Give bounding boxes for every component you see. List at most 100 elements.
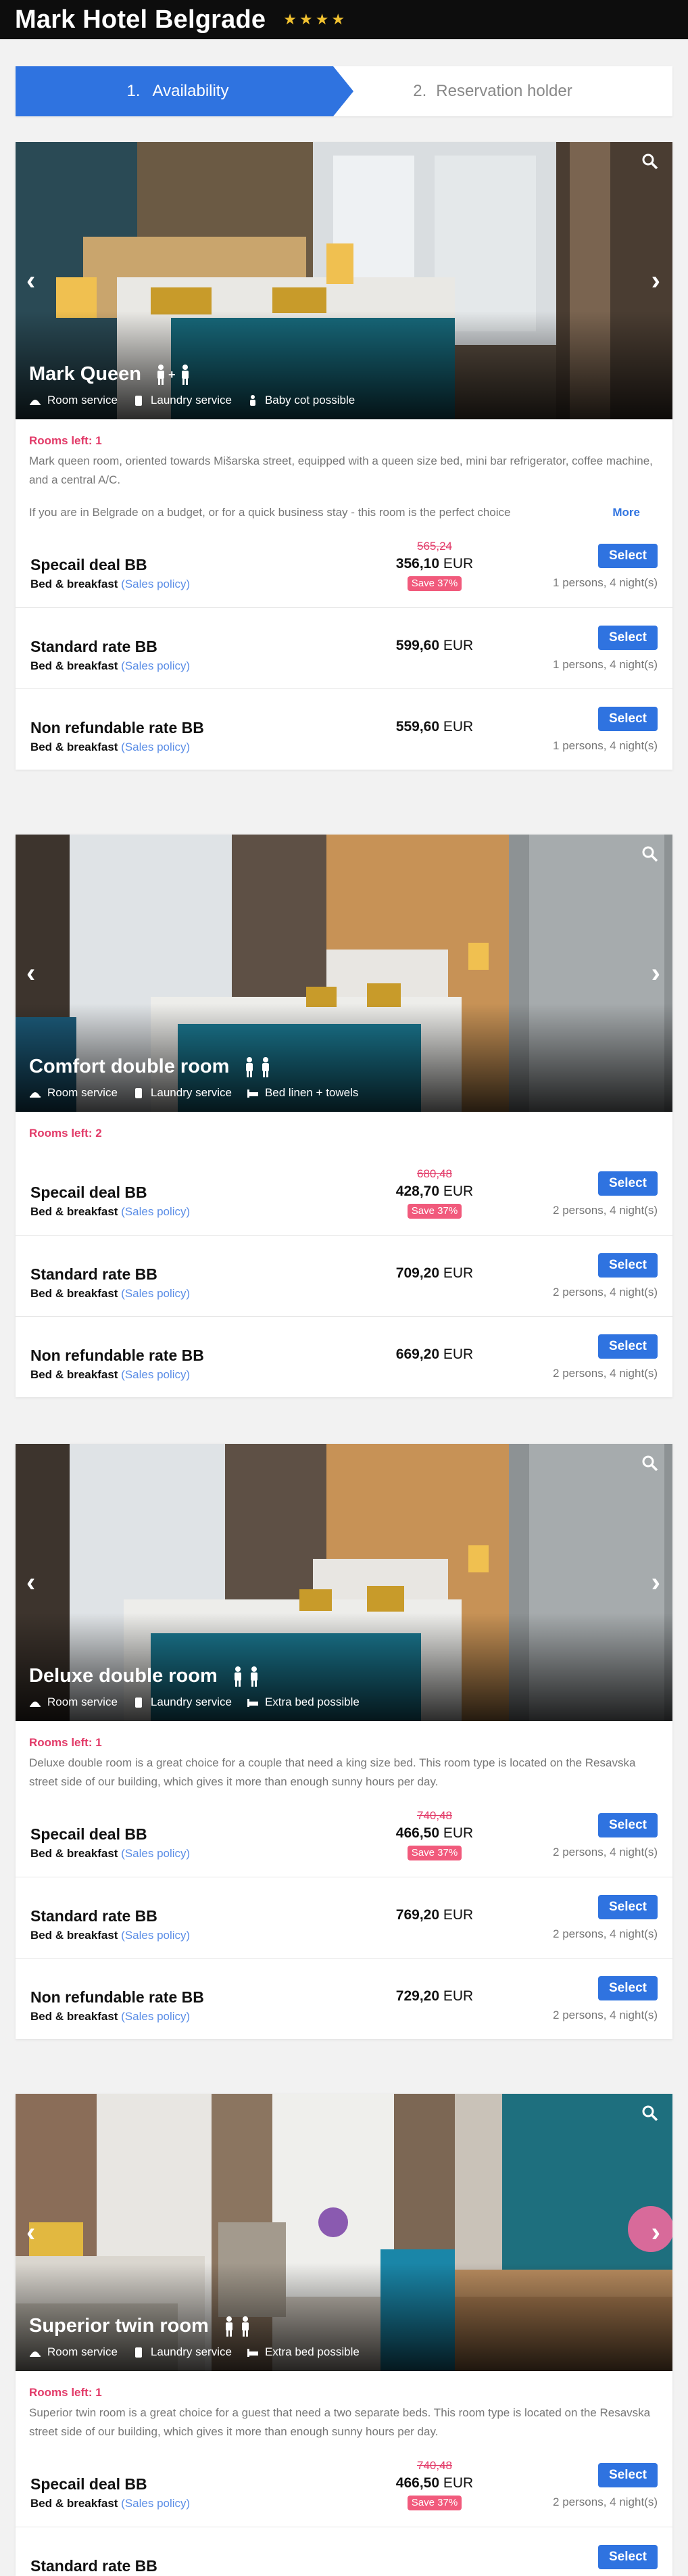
- select-button[interactable]: Select: [598, 1895, 658, 1919]
- rate-list: Specail deal BB Bed & breakfast (Sales p…: [16, 1154, 672, 1397]
- prev-photo-arrow[interactable]: ‹: [26, 2219, 35, 2246]
- room-card: ‹ › Mark Queen + Room service Laundry se…: [16, 142, 672, 770]
- step-number: 1.: [126, 82, 141, 100]
- laundry-icon: [134, 1088, 142, 1098]
- rate-row: Standard rate BB Bed & breakfast (Sales …: [16, 607, 672, 688]
- select-button[interactable]: Select: [598, 544, 658, 568]
- rate-row: Specail deal BB Bed & breakfast (Sales p…: [16, 1796, 672, 1877]
- rate-row: Standard rate BB Select: [16, 2527, 672, 2576]
- sales-policy-link[interactable]: (Sales policy): [121, 1205, 190, 1218]
- rate-name: Standard rate BB: [30, 638, 157, 655]
- old-price: 740,48: [417, 2459, 452, 2472]
- old-price: 565,24: [417, 540, 452, 553]
- next-photo-arrow[interactable]: ›: [652, 267, 660, 294]
- prev-photo-arrow[interactable]: ‹: [26, 1569, 35, 1596]
- old-price: 740,48: [417, 1809, 452, 1822]
- sales-policy-link[interactable]: (Sales policy): [121, 1847, 190, 1860]
- room-info: Rooms left: 1 Superior twin room is a gr…: [16, 2371, 672, 2441]
- amenity-item: Room service: [29, 1086, 118, 1100]
- price: 356,10 EUR: [395, 556, 474, 571]
- rate-list: Specail deal BB Bed & breakfast (Sales p…: [16, 526, 672, 770]
- persons-nights: 2 persons, 4 night(s): [553, 2009, 658, 2021]
- price: 769,20 EUR: [395, 1907, 474, 1923]
- next-photo-arrow[interactable]: ›: [652, 960, 660, 987]
- rate-board: Bed & breakfast (Sales policy): [30, 1847, 191, 1860]
- bed-icon: [247, 1090, 258, 1098]
- save-badge: Save 37%: [408, 1846, 462, 1860]
- sales-policy-link[interactable]: (Sales policy): [121, 1287, 190, 1300]
- prev-photo-arrow[interactable]: ‹: [26, 267, 35, 294]
- sales-policy-link[interactable]: (Sales policy): [121, 1929, 190, 1942]
- hotel-title: Mark Hotel Belgrade: [15, 5, 266, 34]
- rooms-left: Rooms left: 1: [29, 2386, 102, 2399]
- room-name: Deluxe double room: [29, 1665, 218, 1687]
- room-description: Mark queen room, oriented towards Mišars…: [29, 454, 653, 486]
- sales-policy-link[interactable]: (Sales policy): [121, 741, 190, 753]
- room-title: Superior twin room: [29, 2315, 260, 2337]
- price: 428,70 EUR: [395, 1184, 474, 1199]
- star-rating: ★★★★: [283, 11, 348, 28]
- step-label: Availability: [152, 82, 229, 100]
- rate-name: Standard rate BB: [30, 1907, 157, 1925]
- persons-nights: 1 persons, 4 night(s): [553, 576, 658, 589]
- persons-icon: [222, 2316, 260, 2337]
- zoom-icon[interactable]: [641, 1455, 659, 1472]
- persons-nights: 2 persons, 4 night(s): [553, 1204, 658, 1217]
- amenity-item: Extra bed possible: [247, 1695, 360, 1709]
- rate-list: Specail deal BB Bed & breakfast (Sales p…: [16, 2445, 672, 2576]
- sales-policy-link[interactable]: (Sales policy): [121, 2497, 190, 2510]
- select-button[interactable]: Select: [598, 2545, 658, 2569]
- persons-icon: [243, 1056, 280, 1078]
- select-button[interactable]: Select: [598, 2463, 658, 2487]
- step-reservation-holder[interactable]: 2. Reservation holder: [353, 66, 672, 116]
- room-photo: ‹ › Mark Queen + Room service Laundry se…: [16, 142, 672, 419]
- rooms-left: Rooms left: 1: [29, 1736, 102, 1749]
- next-photo-arrow[interactable]: ›: [652, 2219, 660, 2246]
- prev-photo-arrow[interactable]: ‹: [26, 960, 35, 987]
- rate-name: Non refundable rate BB: [30, 1988, 204, 2006]
- select-button[interactable]: Select: [598, 1976, 658, 2000]
- rate-row: Standard rate BB Bed & breakfast (Sales …: [16, 1235, 672, 1316]
- persons-nights: 1 persons, 4 night(s): [553, 739, 658, 752]
- sales-policy-link[interactable]: (Sales policy): [121, 1368, 190, 1381]
- save-badge: Save 37%: [408, 576, 462, 591]
- select-button[interactable]: Select: [598, 707, 658, 731]
- rate-row: Non refundable rate BB Bed & breakfast (…: [16, 688, 672, 770]
- room-name: Comfort double room: [29, 1056, 230, 1077]
- zoom-icon[interactable]: [641, 153, 659, 170]
- sales-policy-link[interactable]: (Sales policy): [121, 659, 190, 672]
- persons-nights: 2 persons, 4 night(s): [553, 1846, 658, 1858]
- price: 466,50 EUR: [395, 1825, 474, 1841]
- step-availability[interactable]: 1. Availability: [16, 66, 353, 116]
- select-button[interactable]: Select: [598, 1253, 658, 1278]
- bell-icon: [30, 2351, 41, 2357]
- rooms-left: Rooms left: 1: [29, 434, 102, 447]
- price: 669,20 EUR: [395, 1346, 474, 1362]
- amenities-list: Room service Laundry service Baby cot po…: [29, 394, 370, 407]
- select-button[interactable]: Select: [598, 1171, 658, 1196]
- amenities-list: Room service Laundry service Bed linen +…: [29, 1086, 373, 1100]
- rate-name: Standard rate BB: [30, 2557, 157, 2575]
- zoom-icon[interactable]: [641, 2105, 659, 2122]
- bell-icon: [30, 400, 41, 405]
- laundry-icon: [134, 396, 142, 406]
- persons-nights: 2 persons, 4 night(s): [553, 2496, 658, 2508]
- select-button[interactable]: Select: [598, 1334, 658, 1359]
- persons-nights: 2 persons, 4 night(s): [553, 1927, 658, 1940]
- step-label: Reservation holder: [436, 82, 572, 100]
- select-button[interactable]: Select: [598, 1813, 658, 1837]
- sales-policy-link[interactable]: (Sales policy): [121, 2010, 190, 2023]
- price: 709,20 EUR: [395, 1265, 474, 1281]
- rate-row: Specail deal BB Bed & breakfast (Sales p…: [16, 1154, 672, 1235]
- amenity-item: Bed linen + towels: [247, 1086, 358, 1100]
- next-photo-arrow[interactable]: ›: [652, 1569, 660, 1596]
- sales-policy-link[interactable]: (Sales policy): [121, 578, 190, 590]
- amenity-item: Room service: [29, 2345, 118, 2359]
- price: 559,60 EUR: [395, 719, 474, 734]
- select-button[interactable]: Select: [598, 626, 658, 650]
- rate-name: Non refundable rate BB: [30, 719, 204, 736]
- room-title: Deluxe double room: [29, 1665, 269, 1687]
- room-description: Deluxe double room is a great choice for…: [29, 1756, 636, 1788]
- zoom-icon[interactable]: [641, 845, 659, 863]
- more-link[interactable]: More: [612, 503, 659, 522]
